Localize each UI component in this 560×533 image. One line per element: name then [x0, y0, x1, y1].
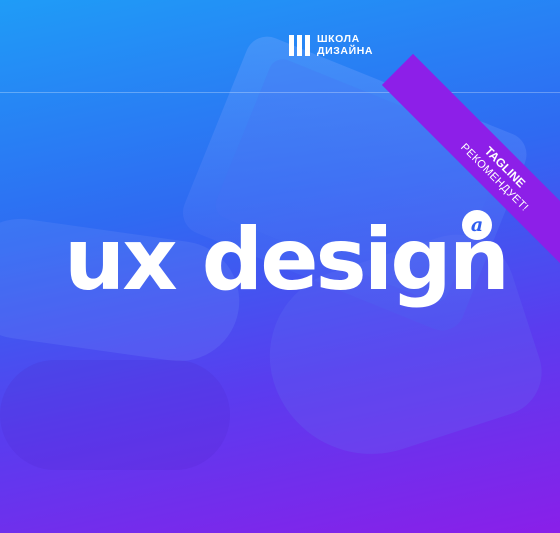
logo-line-1: ШКОЛА [317, 33, 360, 45]
a-letter-icon: a [462, 210, 492, 240]
divider-line [0, 92, 560, 93]
shadow-shape [0, 360, 230, 470]
logo-text: ШКОЛА ДИЗАЙНА [317, 33, 373, 57]
three-bars-icon [289, 34, 310, 56]
logo-line-2: ДИЗАЙНА [317, 45, 374, 57]
promo-banner: ШКОЛА ДИЗАЙНА TAGLINE РЕКОМЕНДУЕТ! ux de… [0, 0, 560, 533]
school-logo: ШКОЛА ДИЗАЙНА [289, 33, 373, 57]
hero-title: ux design [64, 210, 510, 310]
